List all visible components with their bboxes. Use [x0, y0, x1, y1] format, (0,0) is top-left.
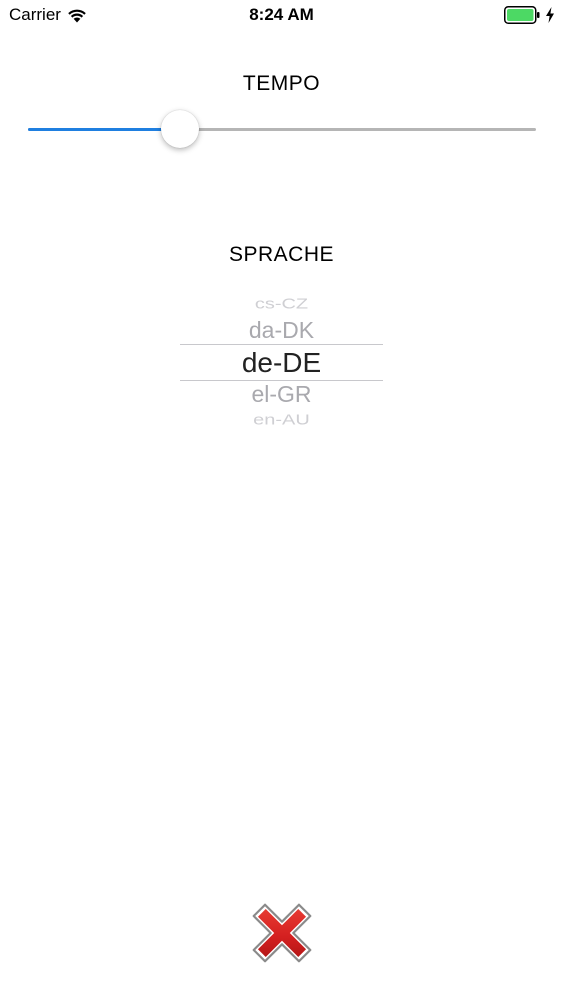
language-picker[interactable]: cs-CZ da-DK de-DE el-GR en-AU — [180, 292, 383, 432]
close-button[interactable] — [246, 897, 318, 969]
tempo-label: TEMPO — [242, 72, 321, 95]
close-icon — [252, 903, 312, 963]
picker-option[interactable]: en-AU — [180, 413, 383, 427]
tempo-slider-thumb[interactable] — [161, 110, 200, 148]
tempo-slider[interactable] — [28, 110, 536, 150]
status-bar: Carrier 8:24 AM — [0, 0, 563, 30]
tempo-slider-fill — [28, 128, 181, 131]
picker-option[interactable]: cs-CZ — [180, 297, 383, 311]
bolt-icon — [546, 7, 554, 23]
status-time: 8:24 AM — [249, 5, 314, 24]
picker-selection-line-top — [180, 344, 383, 345]
picker-option-selected[interactable]: de-DE — [180, 346, 383, 380]
language-label: SPRACHE — [228, 243, 335, 266]
battery-status — [504, 6, 555, 24]
picker-option[interactable]: da-DK — [180, 317, 383, 343]
picker-option[interactable]: el-GR — [180, 381, 383, 407]
battery-icon — [504, 6, 540, 24]
